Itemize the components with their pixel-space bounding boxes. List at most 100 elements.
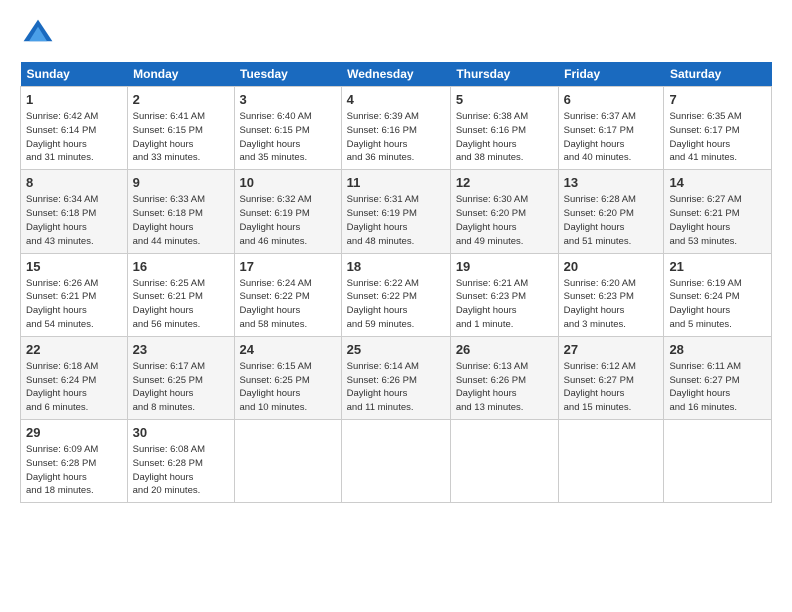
- calendar-cell: 26Sunrise: 6:13 AMSunset: 6:26 PMDayligh…: [450, 336, 558, 419]
- calendar-cell: 7Sunrise: 6:35 AMSunset: 6:17 PMDaylight…: [664, 87, 772, 170]
- calendar-cell: 29Sunrise: 6:09 AMSunset: 6:28 PMDayligh…: [21, 420, 128, 503]
- calendar-cell: 15Sunrise: 6:26 AMSunset: 6:21 PMDayligh…: [21, 253, 128, 336]
- calendar-cell: 20Sunrise: 6:20 AMSunset: 6:23 PMDayligh…: [558, 253, 664, 336]
- calendar-cell: [664, 420, 772, 503]
- calendar-cell: 23Sunrise: 6:17 AMSunset: 6:25 PMDayligh…: [127, 336, 234, 419]
- day-info: Sunrise: 6:38 AMSunset: 6:16 PMDaylight …: [456, 110, 553, 165]
- day-info: Sunrise: 6:41 AMSunset: 6:15 PMDaylight …: [133, 110, 229, 165]
- calendar-week-2: 8Sunrise: 6:34 AMSunset: 6:18 PMDaylight…: [21, 170, 772, 253]
- calendar-cell: 14Sunrise: 6:27 AMSunset: 6:21 PMDayligh…: [664, 170, 772, 253]
- header-cell-wednesday: Wednesday: [341, 62, 450, 87]
- day-number: 15: [26, 258, 122, 276]
- day-info: Sunrise: 6:22 AMSunset: 6:22 PMDaylight …: [347, 277, 445, 332]
- day-number: 11: [347, 174, 445, 192]
- calendar-cell: 18Sunrise: 6:22 AMSunset: 6:22 PMDayligh…: [341, 253, 450, 336]
- calendar-cell: 4Sunrise: 6:39 AMSunset: 6:16 PMDaylight…: [341, 87, 450, 170]
- day-info: Sunrise: 6:34 AMSunset: 6:18 PMDaylight …: [26, 193, 122, 248]
- header: [20, 16, 772, 52]
- day-number: 1: [26, 91, 122, 109]
- day-number: 25: [347, 341, 445, 359]
- calendar-cell: 30Sunrise: 6:08 AMSunset: 6:28 PMDayligh…: [127, 420, 234, 503]
- header-cell-saturday: Saturday: [664, 62, 772, 87]
- day-info: Sunrise: 6:31 AMSunset: 6:19 PMDaylight …: [347, 193, 445, 248]
- calendar-cell: [234, 420, 341, 503]
- calendar-cell: 11Sunrise: 6:31 AMSunset: 6:19 PMDayligh…: [341, 170, 450, 253]
- header-cell-friday: Friday: [558, 62, 664, 87]
- calendar-cell: [558, 420, 664, 503]
- calendar-cell: 12Sunrise: 6:30 AMSunset: 6:20 PMDayligh…: [450, 170, 558, 253]
- day-number: 5: [456, 91, 553, 109]
- day-number: 9: [133, 174, 229, 192]
- day-number: 14: [669, 174, 766, 192]
- calendar-cell: 24Sunrise: 6:15 AMSunset: 6:25 PMDayligh…: [234, 336, 341, 419]
- day-info: Sunrise: 6:40 AMSunset: 6:15 PMDaylight …: [240, 110, 336, 165]
- day-number: 18: [347, 258, 445, 276]
- calendar-cell: 27Sunrise: 6:12 AMSunset: 6:27 PMDayligh…: [558, 336, 664, 419]
- day-info: Sunrise: 6:20 AMSunset: 6:23 PMDaylight …: [564, 277, 659, 332]
- day-info: Sunrise: 6:14 AMSunset: 6:26 PMDaylight …: [347, 360, 445, 415]
- day-info: Sunrise: 6:42 AMSunset: 6:14 PMDaylight …: [26, 110, 122, 165]
- day-number: 22: [26, 341, 122, 359]
- header-cell-monday: Monday: [127, 62, 234, 87]
- calendar-cell: 13Sunrise: 6:28 AMSunset: 6:20 PMDayligh…: [558, 170, 664, 253]
- day-info: Sunrise: 6:09 AMSunset: 6:28 PMDaylight …: [26, 443, 122, 498]
- day-number: 20: [564, 258, 659, 276]
- calendar-week-4: 22Sunrise: 6:18 AMSunset: 6:24 PMDayligh…: [21, 336, 772, 419]
- calendar-cell: 8Sunrise: 6:34 AMSunset: 6:18 PMDaylight…: [21, 170, 128, 253]
- calendar-cell: 5Sunrise: 6:38 AMSunset: 6:16 PMDaylight…: [450, 87, 558, 170]
- calendar-cell: 22Sunrise: 6:18 AMSunset: 6:24 PMDayligh…: [21, 336, 128, 419]
- day-info: Sunrise: 6:30 AMSunset: 6:20 PMDaylight …: [456, 193, 553, 248]
- page: SundayMondayTuesdayWednesdayThursdayFrid…: [0, 0, 792, 612]
- calendar-cell: 10Sunrise: 6:32 AMSunset: 6:19 PMDayligh…: [234, 170, 341, 253]
- calendar-cell: [341, 420, 450, 503]
- day-info: Sunrise: 6:35 AMSunset: 6:17 PMDaylight …: [669, 110, 766, 165]
- day-number: 26: [456, 341, 553, 359]
- logo-icon: [20, 16, 56, 52]
- day-info: Sunrise: 6:13 AMSunset: 6:26 PMDaylight …: [456, 360, 553, 415]
- day-number: 10: [240, 174, 336, 192]
- header-cell-tuesday: Tuesday: [234, 62, 341, 87]
- day-info: Sunrise: 6:32 AMSunset: 6:19 PMDaylight …: [240, 193, 336, 248]
- calendar-cell: 25Sunrise: 6:14 AMSunset: 6:26 PMDayligh…: [341, 336, 450, 419]
- day-info: Sunrise: 6:17 AMSunset: 6:25 PMDaylight …: [133, 360, 229, 415]
- day-number: 28: [669, 341, 766, 359]
- day-number: 29: [26, 424, 122, 442]
- calendar-cell: [450, 420, 558, 503]
- day-number: 30: [133, 424, 229, 442]
- day-info: Sunrise: 6:33 AMSunset: 6:18 PMDaylight …: [133, 193, 229, 248]
- day-info: Sunrise: 6:11 AMSunset: 6:27 PMDaylight …: [669, 360, 766, 415]
- calendar-cell: 9Sunrise: 6:33 AMSunset: 6:18 PMDaylight…: [127, 170, 234, 253]
- calendar-cell: 2Sunrise: 6:41 AMSunset: 6:15 PMDaylight…: [127, 87, 234, 170]
- day-info: Sunrise: 6:21 AMSunset: 6:23 PMDaylight …: [456, 277, 553, 332]
- day-number: 23: [133, 341, 229, 359]
- calendar-week-3: 15Sunrise: 6:26 AMSunset: 6:21 PMDayligh…: [21, 253, 772, 336]
- calendar-cell: 3Sunrise: 6:40 AMSunset: 6:15 PMDaylight…: [234, 87, 341, 170]
- header-cell-sunday: Sunday: [21, 62, 128, 87]
- day-number: 13: [564, 174, 659, 192]
- day-number: 27: [564, 341, 659, 359]
- day-number: 24: [240, 341, 336, 359]
- calendar-cell: 28Sunrise: 6:11 AMSunset: 6:27 PMDayligh…: [664, 336, 772, 419]
- day-info: Sunrise: 6:26 AMSunset: 6:21 PMDaylight …: [26, 277, 122, 332]
- day-info: Sunrise: 6:25 AMSunset: 6:21 PMDaylight …: [133, 277, 229, 332]
- day-info: Sunrise: 6:27 AMSunset: 6:21 PMDaylight …: [669, 193, 766, 248]
- header-row: SundayMondayTuesdayWednesdayThursdayFrid…: [21, 62, 772, 87]
- calendar-cell: 21Sunrise: 6:19 AMSunset: 6:24 PMDayligh…: [664, 253, 772, 336]
- day-number: 12: [456, 174, 553, 192]
- calendar-cell: 6Sunrise: 6:37 AMSunset: 6:17 PMDaylight…: [558, 87, 664, 170]
- day-info: Sunrise: 6:18 AMSunset: 6:24 PMDaylight …: [26, 360, 122, 415]
- day-number: 17: [240, 258, 336, 276]
- day-number: 8: [26, 174, 122, 192]
- day-number: 19: [456, 258, 553, 276]
- day-info: Sunrise: 6:19 AMSunset: 6:24 PMDaylight …: [669, 277, 766, 332]
- day-info: Sunrise: 6:39 AMSunset: 6:16 PMDaylight …: [347, 110, 445, 165]
- calendar-cell: 17Sunrise: 6:24 AMSunset: 6:22 PMDayligh…: [234, 253, 341, 336]
- day-number: 6: [564, 91, 659, 109]
- day-info: Sunrise: 6:37 AMSunset: 6:17 PMDaylight …: [564, 110, 659, 165]
- day-number: 21: [669, 258, 766, 276]
- calendar-header: SundayMondayTuesdayWednesdayThursdayFrid…: [21, 62, 772, 87]
- day-info: Sunrise: 6:15 AMSunset: 6:25 PMDaylight …: [240, 360, 336, 415]
- day-number: 3: [240, 91, 336, 109]
- calendar-cell: 19Sunrise: 6:21 AMSunset: 6:23 PMDayligh…: [450, 253, 558, 336]
- calendar-cell: 1Sunrise: 6:42 AMSunset: 6:14 PMDaylight…: [21, 87, 128, 170]
